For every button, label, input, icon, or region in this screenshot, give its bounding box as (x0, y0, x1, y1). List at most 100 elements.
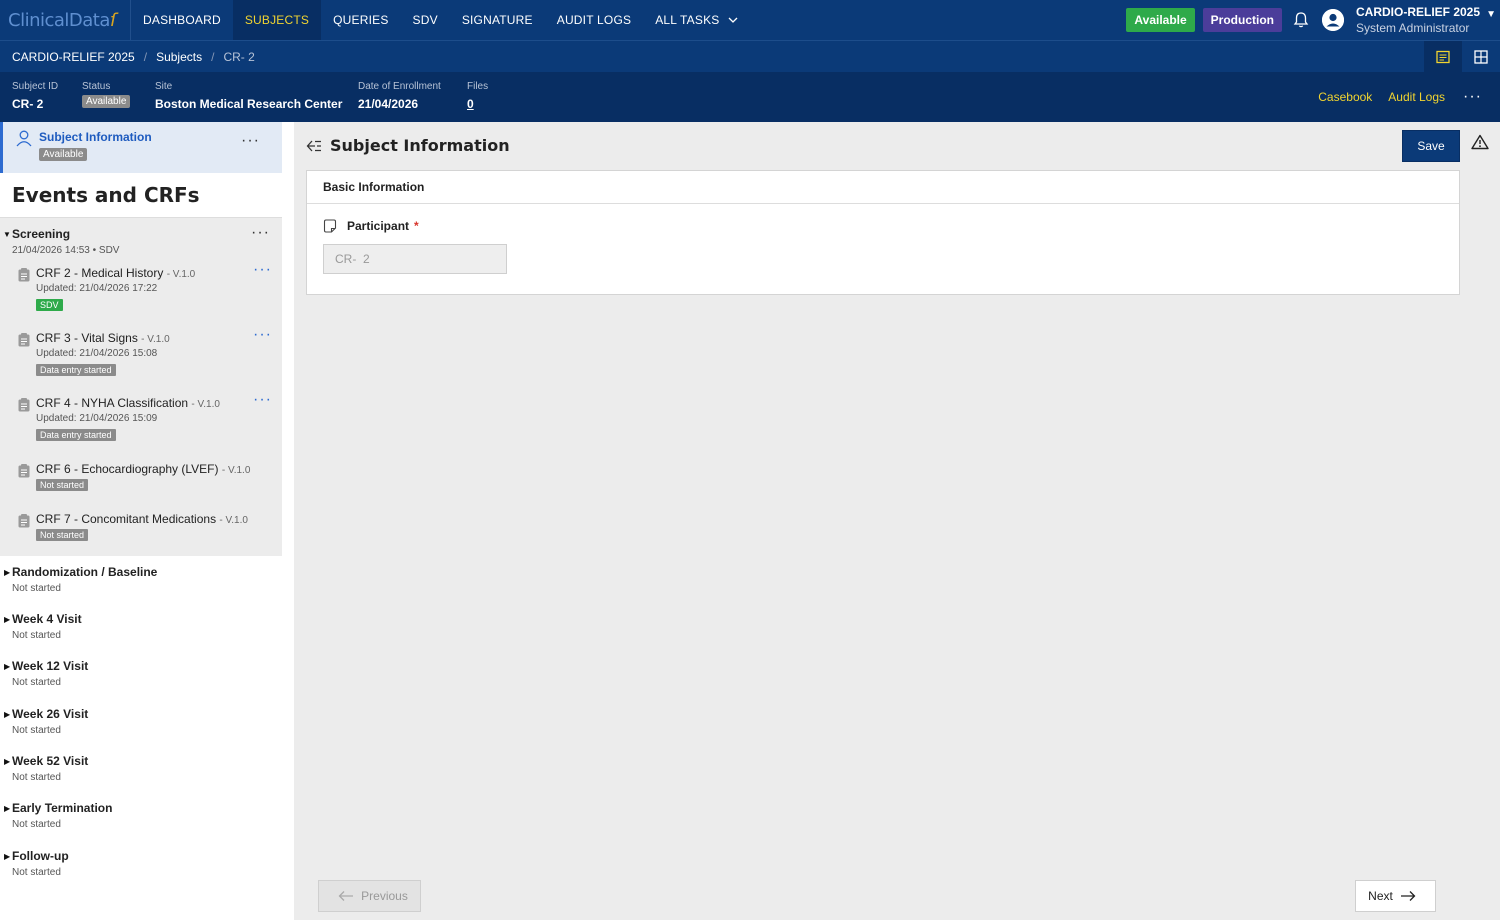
nav-all-tasks[interactable]: ALL TASKS (643, 0, 750, 40)
main-header: Subject Information (306, 136, 510, 155)
nav-subjects[interactable]: SUBJECTS (232, 0, 322, 40)
participant-label: Participant (347, 219, 410, 233)
triangle-right-icon: ▶ (4, 568, 11, 577)
grid-view-icon (1474, 50, 1488, 64)
crf-item[interactable]: CRF 4 - NYHA Classification - V.1.0 Upda… (0, 391, 282, 462)
nav-sdv[interactable]: SDV (401, 0, 450, 40)
chevron-down-icon (729, 17, 738, 23)
sidebar-subject-information[interactable]: Subject Information Available ··· (0, 122, 282, 173)
sidebar-scrollbar[interactable] (282, 122, 294, 920)
crf-updated: Updated: 21/04/2026 17:22 (36, 283, 158, 294)
event-early-termination[interactable]: ▶ Early Termination Not started (0, 792, 282, 840)
nav-audit-logs[interactable]: AUDIT LOGS (545, 0, 643, 40)
event-status: Not started (12, 583, 61, 594)
crf-item[interactable]: CRF 6 - Echocardiography (LVEF) - V.1.0 … (0, 462, 282, 512)
nav-signature[interactable]: SIGNATURE (450, 0, 545, 40)
arrow-right-icon (1400, 891, 1416, 901)
user-menu[interactable]: CARDIO-RELIEF 2025 System Administrator … (1356, 5, 1496, 35)
clipboard-icon (18, 268, 30, 282)
crf-updated: Updated: 21/04/2026 15:08 (36, 348, 158, 359)
triangle-right-icon: ▶ (4, 662, 11, 671)
warning-icon[interactable] (1471, 134, 1489, 150)
crf-version: - V.1.0 (166, 269, 196, 280)
bell-icon[interactable] (1292, 11, 1310, 29)
crf-name: CRF 4 - NYHA Classification (36, 396, 189, 410)
previous-button[interactable]: Previous (318, 880, 421, 912)
event-sub: 21/04/2026 14:53 • SDV (12, 245, 120, 256)
app-logo[interactable]: ClinicalDataſ (0, 0, 131, 40)
events-title: Events and CRFs (0, 173, 282, 218)
event-status: Not started (12, 772, 61, 783)
user-study-name: CARDIO-RELIEF 2025 (1356, 5, 1481, 19)
next-button[interactable]: Next (1355, 880, 1436, 912)
audit-logs-link[interactable]: Audit Logs (1388, 90, 1445, 104)
subject-more-icon[interactable]: ··· (241, 132, 260, 150)
section-title: Basic Information (307, 171, 1459, 204)
note-checkbox-icon[interactable] (323, 219, 337, 233)
files-col: Files 0 (467, 72, 527, 122)
event-status: Not started (12, 677, 61, 688)
save-button[interactable]: Save (1402, 130, 1460, 162)
crf-name: CRF 6 - Echocardiography (LVEF) (36, 462, 219, 476)
collapse-sidebar-icon[interactable] (306, 139, 322, 153)
enrollment-col: Date of Enrollment 21/04/2026 (358, 72, 467, 122)
clipboard-icon (18, 464, 30, 478)
arrow-left-icon (338, 891, 354, 901)
subject-id-label: Subject ID (12, 81, 59, 92)
subject-id-col: Subject ID CR- 2 (12, 72, 82, 122)
breadcrumb-separator: / (143, 49, 148, 64)
basic-information-card: Basic Information Participant * (306, 170, 1460, 295)
event-screening-header[interactable]: ▼ Screening 21/04/2026 14:53 • SDV ··· (0, 218, 282, 266)
site-value: Boston Medical Research Center (155, 97, 343, 111)
files-link[interactable]: 0 (467, 97, 527, 111)
files-label: Files (467, 81, 489, 92)
event-more-icon[interactable]: ··· (251, 224, 270, 242)
crf-status-badge: Not started (36, 479, 89, 491)
status-badge: Available (82, 95, 131, 108)
breadcrumb-subjects[interactable]: Subjects (156, 50, 202, 64)
event-status: Not started (12, 867, 61, 878)
nav-dashboard[interactable]: DASHBOARD (131, 0, 233, 40)
event-status: Not started (12, 630, 61, 641)
event-status: Not started (12, 819, 61, 830)
nav-all-tasks-label: ALL TASKS (655, 13, 720, 27)
triangle-right-icon: ▶ (4, 804, 11, 813)
event-randomization[interactable]: ▶ Randomization / Baseline Not started (0, 556, 282, 603)
event-name: Week 12 Visit (12, 659, 89, 673)
more-options-icon[interactable]: ··· (1463, 88, 1482, 106)
form-view-button[interactable] (1424, 41, 1462, 73)
clipboard-icon (18, 333, 30, 347)
crf-item[interactable]: CRF 2 - Medical History - V.1.0 Updated:… (0, 261, 282, 331)
user-avatar-icon[interactable] (1322, 9, 1344, 31)
breadcrumb-study[interactable]: CARDIO-RELIEF 2025 (12, 50, 135, 64)
event-week-26[interactable]: ▶ Week 26 Visit Not started (0, 698, 282, 745)
nav-queries[interactable]: QUERIES (321, 0, 400, 40)
crf-name: CRF 3 - Vital Signs (36, 331, 138, 345)
event-week-52[interactable]: ▶ Week 52 Visit Not started (0, 745, 282, 792)
event-name: Week 26 Visit (12, 707, 89, 721)
event-week-4[interactable]: ▶ Week 4 Visit Not started (0, 603, 282, 650)
event-name: Early Termination (12, 801, 113, 815)
crf-item[interactable]: CRF 7 - Concomitant Medications - V.1.0 … (0, 512, 282, 548)
grid-view-button[interactable] (1462, 41, 1500, 73)
crf-more-icon[interactable]: ··· (253, 326, 272, 344)
crf-updated: Updated: 21/04/2026 15:09 (36, 413, 158, 424)
next-label: Next (1368, 889, 1393, 903)
participant-field-label: Participant * (323, 219, 419, 233)
crf-item[interactable]: CRF 3 - Vital Signs - V.1.0 Updated: 21/… (0, 326, 282, 396)
clipboard-icon (18, 398, 30, 412)
crf-more-icon[interactable]: ··· (253, 391, 272, 409)
casebook-link[interactable]: Casebook (1318, 90, 1372, 104)
events-sidebar: Subject Information Available ··· Events… (0, 122, 282, 920)
event-status: Not started (12, 725, 61, 736)
crf-more-icon[interactable]: ··· (253, 261, 272, 279)
status-label: Status (82, 81, 111, 92)
triangle-right-icon: ▶ (4, 615, 11, 624)
triangle-right-icon: ▶ (4, 852, 11, 861)
breadcrumb: CARDIO-RELIEF 2025 / Subjects / CR- 2 (0, 40, 1500, 73)
event-name: Screening (12, 227, 71, 241)
crf-name: CRF 7 - Concomitant Medications (36, 512, 217, 526)
event-week-12[interactable]: ▶ Week 12 Visit Not started (0, 650, 282, 698)
participant-input[interactable] (323, 244, 507, 274)
event-follow-up[interactable]: ▶ Follow-up Not started (0, 840, 282, 887)
